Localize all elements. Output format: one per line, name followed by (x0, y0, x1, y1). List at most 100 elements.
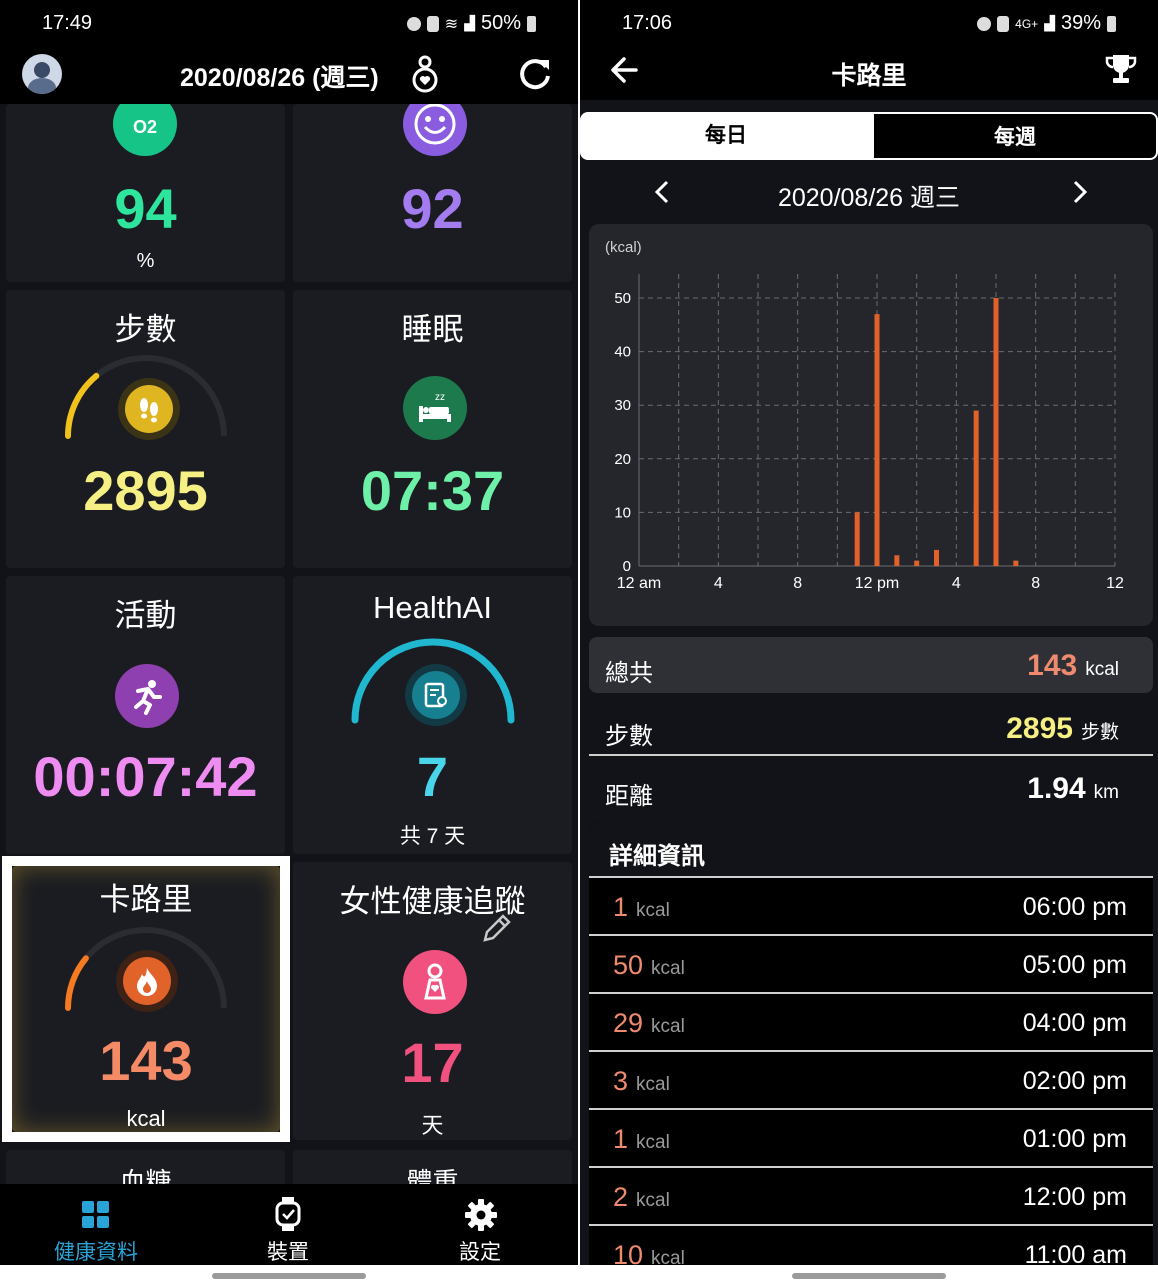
tile-mood[interactable]: 92 (293, 104, 572, 282)
nav-device[interactable]: 裝置 (192, 1184, 384, 1265)
battery-icon (1107, 15, 1116, 32)
next-day-icon[interactable] (1068, 180, 1090, 204)
nav-settings-label: 設定 (459, 1241, 501, 1264)
status-time-right: 17:06 (622, 12, 673, 34)
grid-icon (82, 1201, 109, 1228)
calories-chart-card: (kcal) 0 10 20 30 40 50 12 am 4 8 12 pm 4 8 12 (589, 224, 1153, 626)
chart-x-tick-label: 12 pm (855, 575, 899, 592)
sleep-value: 07:37 (360, 459, 505, 522)
tile-female-health[interactable]: 女性健康追蹤 17 天 (293, 862, 572, 1140)
smile-icon (403, 104, 467, 156)
status-icons-right: 4G+ ▟ 39% (977, 12, 1116, 35)
svg-text:zz: zz (435, 392, 445, 403)
tile-sleep[interactable]: 睡眠 zz 07:37 (293, 290, 572, 568)
chart-x-tick-label: 12 (1106, 575, 1124, 592)
bottom-navigation: 健康資料 裝置 設定 (0, 1184, 578, 1265)
tab-daily[interactable]: 每日 (580, 112, 872, 160)
detail-row[interactable]: 50 kcal 05:00 pm (589, 934, 1153, 992)
detail-kcal: 50 kcal (613, 950, 685, 981)
detail-row[interactable]: 1 kcal 01:00 pm (589, 1108, 1153, 1166)
oxygen-icon-text: O2 (132, 116, 157, 137)
trophy-icon[interactable] (1104, 52, 1138, 86)
chart-y-tick-label: 40 (614, 344, 631, 361)
edit-pencil-icon[interactable] (479, 912, 513, 946)
tile-activity[interactable]: 活動 00:07:42 (6, 576, 285, 854)
chart-bar (993, 298, 999, 566)
nav-health-data-label: 健康資料 (54, 1241, 138, 1264)
refresh-icon[interactable] (515, 54, 555, 94)
detail-kcal: 1 kcal (613, 1124, 670, 1155)
detail-kcal-value: 50 (613, 950, 644, 980)
gesture-handle[interactable] (792, 1273, 946, 1279)
tab-weekly[interactable]: 每週 (872, 112, 1158, 160)
avatar[interactable] (22, 54, 62, 94)
steps-title: 步數 (114, 312, 177, 347)
report-icon (405, 664, 467, 726)
nav-device-label: 裝置 (267, 1241, 309, 1264)
calories-bar-chart: (kcal) 0 10 20 30 40 50 12 am 4 8 12 pm 4 8 12 (605, 239, 1124, 592)
detail-kcal: 2 kcal (613, 1182, 670, 1213)
oxygen-value: 94 (114, 177, 177, 240)
chart-x-tick-label: 8 (793, 575, 802, 592)
tile-calories[interactable]: 卡路里 143 kcal (12, 866, 280, 1132)
nav-settings[interactable]: 設定 (384, 1184, 576, 1265)
detail-kcal-value: 1 (613, 1124, 629, 1154)
activity-title: 活動 (114, 598, 177, 633)
total-number: 143 (1027, 649, 1078, 682)
page-title: 卡路里 (831, 62, 907, 90)
healthai-days: 共 7 天 (399, 825, 466, 848)
detail-kcal-value: 1 (613, 892, 629, 922)
report-icon-inner (412, 671, 460, 719)
detail-row[interactable]: 2 kcal 12:00 pm (589, 1166, 1153, 1224)
detail-row[interactable]: 1 kcal 06:00 pm (589, 876, 1153, 934)
detail-kcal-value: 3 (613, 1066, 629, 1096)
status-bar: 17:49 ≋ ▟ 50% (0, 0, 578, 42)
detail-kcal: 3 kcal (613, 1066, 670, 1097)
detail-kcal-unit: kcal (636, 1190, 670, 1211)
dashboard-screen: 17:49 ≋ ▟ 50% 2020/08/26 (週三) O2 94 % 92… (0, 0, 578, 1287)
screenshot-divider (578, 0, 580, 1287)
gesture-bar (0, 1265, 578, 1287)
tile-oxygen[interactable]: O2 94 % (6, 104, 285, 282)
chart-y-tick-label: 30 (614, 397, 631, 414)
healthai-title: HealthAI (373, 590, 492, 625)
details-list: 詳細資訊 1 kcal 06:00 pm 50 kcal 05:00 pm 29 kc… (589, 822, 1153, 1282)
period-tabs: 每日 每週 (580, 112, 1158, 160)
steps-value: 2895 (83, 459, 208, 522)
chart-bar (894, 555, 900, 566)
gear-icon (465, 1199, 497, 1231)
gesture-handle[interactable] (212, 1273, 366, 1279)
detail-kcal-unit: kcal (651, 958, 685, 979)
tile-steps[interactable]: 步數 2895 (6, 290, 285, 568)
wifi-icon: ≋ (444, 15, 459, 33)
chart-bar (854, 512, 860, 566)
detail-row[interactable]: 3 kcal 02:00 pm (589, 1050, 1153, 1108)
chart-x-tick-label: 4 (714, 575, 723, 592)
smile-face (414, 104, 456, 145)
female-health-title: 女性健康追蹤 (339, 884, 526, 919)
distance-label: 距離 (605, 783, 653, 810)
flame-glyph (137, 968, 157, 996)
dashboard-header: 2020/08/26 (週三) (0, 42, 578, 104)
header-date[interactable]: 2020/08/26 (週三) (180, 58, 379, 94)
oxygen-icon: O2 (113, 104, 177, 156)
family-heart-icon[interactable] (404, 54, 446, 96)
detail-kcal-unit: kcal (636, 1074, 670, 1095)
detail-row[interactable]: 29 kcal 04:00 pm (589, 992, 1153, 1050)
detail-time: 04:00 pm (1022, 1009, 1127, 1037)
lte-icon: 4G+ (1015, 16, 1039, 31)
nav-health-data[interactable]: 健康資料 (0, 1184, 192, 1265)
chart-x-tick-label: 8 (1031, 575, 1040, 592)
footprints-icon (118, 378, 180, 440)
female-icon (403, 950, 467, 1014)
mute-icon (997, 15, 1010, 32)
details-title: 詳細資訊 (589, 822, 1153, 878)
gesture-bar-right (580, 1265, 1158, 1287)
activity-value: 00:07:42 (33, 745, 258, 808)
total-value: 143 kcal (1027, 649, 1119, 683)
calories-header: 卡路里 (580, 42, 1158, 100)
chart-bar (874, 314, 880, 566)
chart-y-tick-label: 0 (623, 558, 631, 575)
flame-icon (116, 950, 178, 1012)
tile-healthai[interactable]: HealthAI 7 共 7 天 (293, 576, 572, 854)
